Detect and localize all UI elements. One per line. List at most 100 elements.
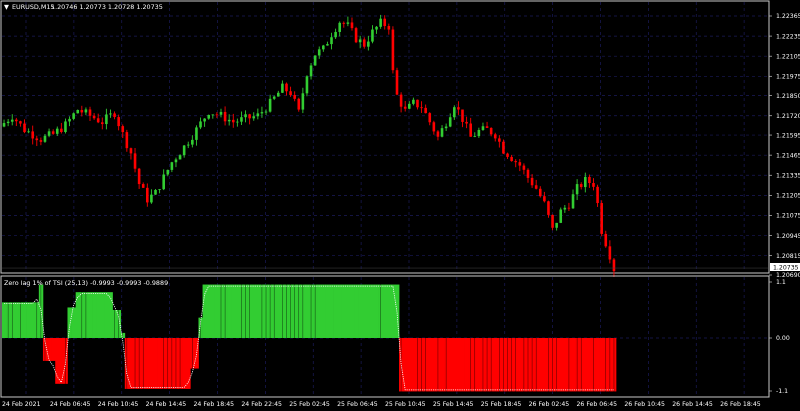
- candle-body[interactable]: [297, 98, 301, 110]
- candle-body[interactable]: [305, 76, 309, 94]
- candle-body[interactable]: [6, 121, 10, 124]
- candle-body[interactable]: [211, 114, 215, 116]
- candle-body[interactable]: [518, 162, 522, 166]
- candle-body[interactable]: [309, 65, 313, 77]
- candle-body[interactable]: [493, 134, 497, 139]
- candle-body[interactable]: [277, 92, 280, 97]
- candle-body[interactable]: [289, 91, 292, 96]
- candle-body[interactable]: [530, 177, 534, 186]
- candle-body[interactable]: [2, 123, 6, 127]
- candle-body[interactable]: [477, 129, 481, 137]
- candle-body[interactable]: [158, 189, 161, 190]
- candle-body[interactable]: [473, 136, 477, 137]
- candle-body[interactable]: [596, 186, 599, 204]
- candle-body[interactable]: [84, 109, 88, 113]
- candle-body[interactable]: [72, 113, 75, 119]
- candle-body[interactable]: [461, 109, 464, 122]
- candle-body[interactable]: [502, 141, 505, 154]
- candle-body[interactable]: [399, 94, 403, 107]
- candle-body[interactable]: [424, 107, 427, 114]
- candle-body[interactable]: [121, 126, 125, 133]
- candle-body[interactable]: [27, 131, 30, 133]
- candle-body[interactable]: [64, 121, 67, 133]
- candle-body[interactable]: [592, 183, 595, 187]
- candle-body[interactable]: [39, 140, 43, 142]
- candle-body[interactable]: [407, 103, 411, 109]
- candle-body[interactable]: [350, 22, 354, 29]
- candle-body[interactable]: [420, 107, 423, 109]
- candle-body[interactable]: [526, 169, 530, 178]
- candle-body[interactable]: [105, 114, 108, 125]
- candle-body[interactable]: [240, 117, 243, 122]
- candle-body[interactable]: [170, 162, 174, 170]
- candle-body[interactable]: [322, 45, 325, 50]
- candle-body[interactable]: [35, 138, 39, 141]
- candle-body[interactable]: [358, 39, 362, 43]
- candle-body[interactable]: [481, 126, 485, 130]
- candle-body[interactable]: [264, 111, 268, 113]
- candle-body[interactable]: [203, 118, 206, 122]
- candle-body[interactable]: [137, 168, 141, 185]
- candle-body[interactable]: [489, 127, 493, 135]
- candle-body[interactable]: [371, 29, 374, 42]
- candle-body[interactable]: [150, 194, 153, 203]
- candle-body[interactable]: [498, 138, 501, 142]
- candle-body[interactable]: [428, 113, 432, 123]
- candle-body[interactable]: [88, 109, 92, 116]
- candle-body[interactable]: [584, 176, 587, 188]
- candle-body[interactable]: [346, 22, 350, 24]
- candle-body[interactable]: [436, 131, 440, 137]
- candle-body[interactable]: [92, 115, 96, 119]
- candle-body[interactable]: [182, 145, 186, 156]
- candle-body[interactable]: [563, 207, 567, 210]
- candle-body[interactable]: [162, 174, 165, 190]
- candle-body[interactable]: [432, 122, 436, 132]
- candle-body[interactable]: [199, 121, 202, 128]
- candle-body[interactable]: [514, 161, 518, 163]
- candle-body[interactable]: [19, 121, 22, 124]
- candle-body[interactable]: [354, 28, 358, 43]
- candle-body[interactable]: [186, 144, 190, 146]
- candle-body[interactable]: [375, 26, 378, 30]
- candle-body[interactable]: [109, 113, 112, 115]
- candle-body[interactable]: [440, 128, 444, 137]
- candle-body[interactable]: [330, 37, 333, 45]
- candle-body[interactable]: [469, 123, 472, 137]
- candle-body[interactable]: [326, 44, 329, 46]
- candle-body[interactable]: [47, 131, 51, 136]
- candle-body[interactable]: [227, 119, 231, 122]
- candle-body[interactable]: [117, 117, 120, 127]
- candle-body[interactable]: [579, 184, 583, 188]
- candle-body[interactable]: [457, 107, 460, 110]
- candle-body[interactable]: [379, 18, 382, 27]
- candle-body[interactable]: [522, 165, 526, 170]
- candle-body[interactable]: [543, 196, 546, 202]
- candle-body[interactable]: [207, 114, 211, 119]
- candle-body[interactable]: [465, 121, 468, 124]
- candle-body[interactable]: [281, 83, 284, 93]
- candle-body[interactable]: [317, 49, 321, 56]
- candle-body[interactable]: [551, 214, 554, 228]
- candle-body[interactable]: [588, 176, 591, 184]
- candle-body[interactable]: [362, 39, 366, 47]
- candle-body[interactable]: [31, 131, 34, 139]
- candle-body[interactable]: [236, 121, 239, 123]
- candle-body[interactable]: [559, 209, 563, 223]
- candle-body[interactable]: [395, 70, 399, 95]
- candle-body[interactable]: [174, 159, 178, 163]
- candle-body[interactable]: [23, 123, 26, 133]
- candle-body[interactable]: [575, 184, 579, 195]
- candle-body[interactable]: [252, 116, 256, 119]
- candle-body[interactable]: [453, 107, 456, 118]
- candle-body[interactable]: [571, 194, 575, 209]
- candle-body[interactable]: [51, 131, 55, 134]
- trading-chart[interactable]: 1.22365 1.22235 1.22105 1.21975 1.21850 1.217…: [0, 0, 800, 411]
- candle-body[interactable]: [416, 99, 419, 108]
- candle-body[interactable]: [334, 31, 337, 38]
- candle-body[interactable]: [600, 203, 603, 234]
- candle-body[interactable]: [55, 128, 59, 134]
- candle-body[interactable]: [113, 113, 116, 118]
- candle-body[interactable]: [125, 132, 129, 149]
- candle-body[interactable]: [231, 119, 235, 123]
- candle-body[interactable]: [444, 126, 448, 129]
